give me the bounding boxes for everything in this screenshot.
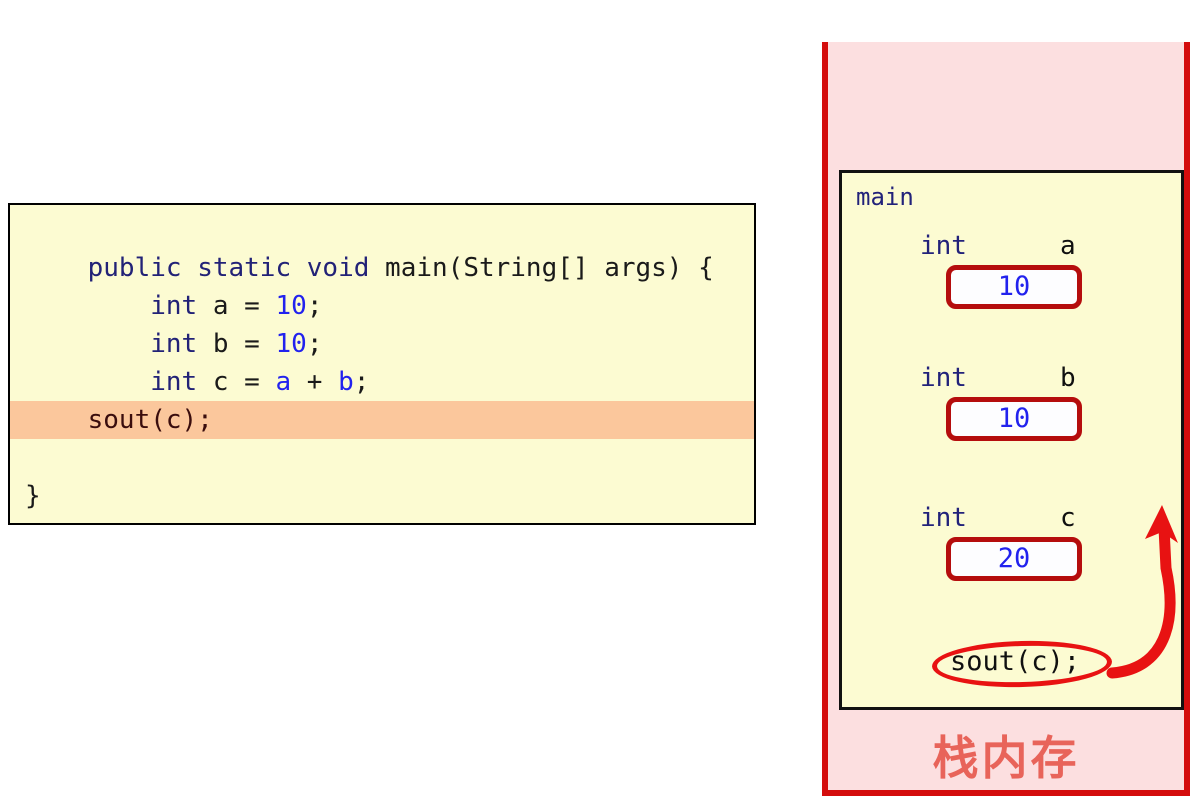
code-token-literal: 10 [275, 329, 307, 359]
variable-name-label: a [1060, 231, 1076, 261]
code-token-indent [88, 367, 151, 397]
variable-type-label: int [920, 363, 967, 393]
code-token-plain: b = [197, 329, 276, 359]
code-token-keyword: int [150, 291, 198, 321]
code-token-plain: main(String[] args) { [385, 253, 714, 283]
stack-call-statement-text: sout(c); [950, 646, 1081, 677]
variable-name-label: c [1060, 503, 1076, 533]
code-token-keyword: int [150, 367, 198, 397]
code-token-plain: a = [197, 291, 276, 321]
code-token-plain: ; [306, 329, 323, 359]
code-token-keyword: int [150, 329, 198, 359]
code-token-plain: c = [197, 367, 276, 397]
stack-variable-c: int c 20 [902, 503, 1152, 581]
code-token-indent [88, 329, 151, 359]
variable-type-row: int b [902, 363, 1152, 395]
variable-type-label: int [920, 503, 967, 533]
stack-call-statement: sout(c); [931, 638, 1113, 690]
variable-value-box: 10 [946, 397, 1082, 441]
stack-memory-title: 栈内存 [932, 731, 1080, 785]
code-token-indent [88, 291, 151, 321]
variable-type-row: int a [902, 231, 1152, 263]
stack-variable-a: int a 10 [902, 231, 1152, 309]
variable-value-box: 10 [946, 265, 1082, 309]
stack-memory-panel: main int a 10 int b 10 int c 20 sout(c);… [822, 42, 1190, 796]
main-stack-frame: main int a 10 int b 10 int c 20 sout(c); [839, 170, 1184, 710]
variable-type-row: int c [902, 503, 1152, 535]
code-line-sout-highlighted: sout(c); [10, 401, 754, 439]
code-token-plain: + [291, 367, 339, 397]
code-token-plain: ; [353, 367, 370, 397]
variable-type-label: int [920, 231, 967, 261]
code-token-variable: a [275, 367, 292, 397]
variable-value-box: 20 [946, 537, 1082, 581]
code-token-plain: ; [306, 291, 323, 321]
code-line-close-brace: } [25, 481, 41, 511]
code-token-variable: b [338, 367, 354, 397]
variable-name-label: b [1060, 363, 1076, 393]
code-token-literal: 10 [275, 291, 307, 321]
stack-frame-label: main [856, 183, 914, 211]
code-block: public static void main(String[] args) {… [8, 203, 756, 525]
stack-variable-b: int b 10 [902, 363, 1152, 441]
code-line-signature: public static void main(String[] args) { [10, 205, 754, 283]
code-token-keyword: public static void [87, 253, 386, 283]
